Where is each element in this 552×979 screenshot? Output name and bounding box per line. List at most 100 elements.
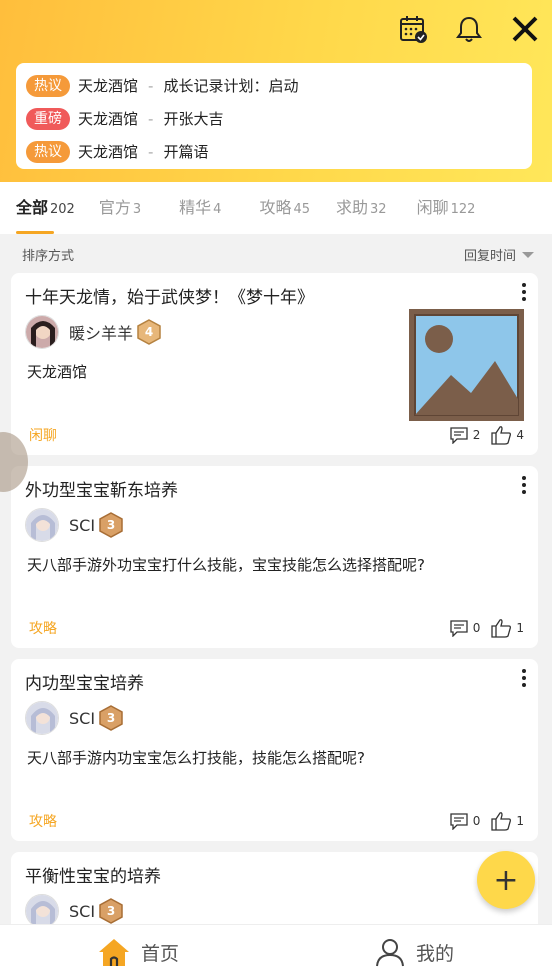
tab-count: 32	[370, 202, 387, 217]
hot-title: 开篇语	[163, 143, 209, 161]
level-number: 3	[106, 904, 116, 918]
post-stats: 0 1	[449, 618, 524, 638]
hot-forum: 天龙酒馆	[78, 77, 139, 95]
post-stats: 0 1	[449, 811, 524, 831]
home-icon	[98, 939, 129, 966]
thumbs-up-icon	[491, 426, 512, 445]
author-name: 暖シ羊羊	[69, 324, 134, 343]
tab-official[interactable]: 官方 3	[99, 182, 141, 234]
tab-label: 攻略	[259, 198, 292, 217]
tab-count: 3	[132, 202, 142, 217]
more-icon[interactable]	[522, 669, 526, 690]
hot-separator: -	[148, 142, 154, 161]
comment-count: 0	[472, 621, 481, 635]
more-icon[interactable]	[522, 283, 526, 304]
post-thumbnail[interactable]	[409, 309, 524, 421]
post-author[interactable]: 暖シ羊羊 4	[25, 315, 161, 349]
tab-count: 4	[213, 202, 222, 217]
comment-stat[interactable]: 0	[449, 619, 481, 637]
like-count: 1	[516, 621, 524, 635]
sort-value: 回复时间	[463, 249, 516, 264]
post-title: 十年天龙情，始于武侠梦！《梦十年》	[25, 288, 314, 308]
post-card[interactable]: 外功型宝宝靳东培养 SCI 3 天八部手游外功宝宝打什么技能，宝宝技能怎么选择搭…	[11, 466, 538, 648]
tab-featured[interactable]: 精华 4	[179, 182, 221, 234]
author-name: SCI	[69, 708, 96, 728]
post-body: 天龙酒馆	[27, 363, 88, 381]
tab-all[interactable]: 全部 202	[16, 182, 75, 234]
tab-count: 122	[450, 202, 476, 217]
hot-topic-row[interactable]: 热议 天龙酒馆 - 开篇语	[26, 135, 522, 168]
hot-topic-row[interactable]: 热议 天龙酒馆 - 成长记录计划：启动	[26, 69, 522, 102]
hot-forum: 天龙酒馆	[78, 143, 139, 161]
header-banner: 热议 天龙酒馆 - 成长记录计划：启动 重磅 天龙酒馆 - 开张大吉 热议 天龙…	[0, 0, 552, 182]
post-stats: 2 4	[449, 425, 524, 445]
thumbs-up-icon	[491, 619, 512, 638]
comment-icon	[450, 427, 468, 444]
post-card[interactable]: 十年天龙情，始于武侠梦！《梦十年》 暖シ羊羊 4 天龙酒馆 闲聊 2 4	[11, 273, 538, 455]
like-count: 1	[516, 814, 524, 828]
post-body: 天八部手游外功宝宝打什么技能，宝宝技能怎么选择搭配呢?	[27, 556, 425, 574]
comment-count: 0	[472, 814, 481, 828]
hot-badge: 重磅	[26, 107, 70, 130]
tab-label: 官方	[98, 198, 131, 217]
thumbs-up-icon	[491, 812, 512, 831]
like-stat[interactable]: 4	[490, 425, 524, 445]
hot-title: 开张大吉	[163, 110, 224, 128]
post-body: 天八部手游内功宝宝怎么打技能，技能怎么搭配呢?	[27, 749, 365, 767]
like-stat[interactable]: 1	[490, 618, 524, 638]
tab-help[interactable]: 求助 32	[336, 182, 387, 234]
post-author[interactable]: SCI 3	[25, 701, 123, 735]
post-title: 内功型宝宝培养	[25, 674, 144, 694]
tab-label: 闲聊	[416, 198, 449, 217]
tab-label: 全部	[16, 198, 49, 217]
level-badge: 3	[99, 898, 123, 924]
level-badge: 4	[137, 319, 161, 345]
like-stat[interactable]: 1	[490, 811, 524, 831]
hot-forum: 天龙酒馆	[78, 110, 139, 128]
nav-mine[interactable]: 我的	[276, 925, 552, 979]
comment-stat[interactable]: 2	[449, 426, 480, 444]
post-author[interactable]: SCI 3	[25, 508, 123, 542]
bell-icon[interactable]	[454, 14, 484, 44]
tab-guides[interactable]: 攻略 45	[259, 182, 310, 234]
author-name: SCI	[69, 515, 96, 535]
tab-chat[interactable]: 闲聊 122	[417, 182, 476, 234]
calendar-check-icon[interactable]	[398, 14, 428, 44]
bottom-nav: 首页 我的	[0, 924, 552, 979]
tab-count: 202	[50, 202, 75, 217]
avatar	[25, 508, 59, 542]
tab-count: 45	[293, 202, 310, 217]
post-author[interactable]: SCI 3	[25, 894, 123, 928]
sort-dropdown[interactable]: 回复时间	[464, 245, 534, 264]
like-count: 4	[516, 428, 524, 442]
new-post-button[interactable]: +	[477, 851, 535, 909]
hot-separator: -	[148, 109, 154, 128]
close-icon[interactable]	[510, 14, 540, 44]
post-tag[interactable]: 攻略	[29, 618, 57, 638]
nav-home[interactable]: 首页	[0, 925, 276, 979]
more-icon[interactable]	[522, 476, 526, 497]
post-tag[interactable]: 攻略	[29, 811, 57, 831]
post-title: 外功型宝宝靳东培养	[25, 481, 178, 501]
hot-badge: 热议	[26, 140, 70, 163]
user-icon	[375, 939, 404, 967]
avatar	[25, 894, 59, 928]
category-tabs: 全部 202 官方 3 精华 4 攻略 45 求助 32 闲聊 122	[0, 182, 552, 234]
comment-icon	[450, 813, 468, 830]
hot-topic-row[interactable]: 重磅 天龙酒馆 - 开张大吉	[26, 102, 522, 135]
hot-title: 成长记录计划：启动	[163, 77, 299, 95]
level-number: 3	[106, 518, 116, 532]
tab-label: 求助	[336, 198, 369, 217]
avatar	[25, 315, 59, 349]
sort-label: 排序方式	[22, 249, 75, 264]
tab-label: 精华	[179, 198, 212, 217]
level-number: 3	[106, 711, 116, 725]
post-title: 平衡性宝宝的培养	[25, 867, 161, 887]
caret-down-icon	[522, 251, 534, 258]
author-name: SCI	[69, 901, 96, 921]
comment-stat[interactable]: 0	[449, 812, 481, 830]
top-icons	[398, 14, 540, 44]
post-tag[interactable]: 闲聊	[29, 425, 57, 445]
post-card[interactable]: 内功型宝宝培养 SCI 3 天八部手游内功宝宝怎么打技能，技能怎么搭配呢? 攻略…	[11, 659, 538, 841]
level-badge: 3	[99, 705, 123, 731]
